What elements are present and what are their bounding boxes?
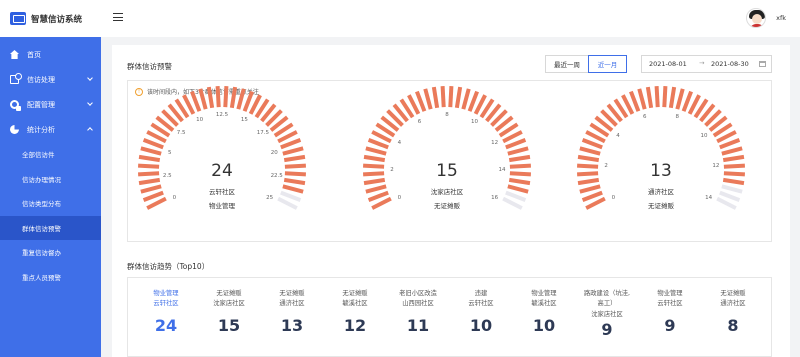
trend-item-label: 物业管理 (657, 290, 683, 297)
trend-item-label: 违建 (474, 290, 488, 297)
gauge-segment (645, 86, 654, 109)
gauge-segment (722, 154, 745, 163)
trend-item-label: 无证摊贩 (342, 290, 368, 297)
gauge-segment (668, 86, 677, 109)
gauge-segment (581, 138, 603, 150)
trend-item[interactable]: 违建 云轩社区 (449, 289, 513, 309)
trend-item[interactable]: 无证摊贩 沈家店社区 (197, 289, 261, 309)
gauge-segment (681, 90, 693, 112)
gauge-segment (629, 90, 641, 112)
gauge-segment (675, 88, 685, 110)
trend-item-count: 10 (469, 316, 493, 335)
gauge-tick-label: 14 (705, 194, 713, 201)
gauge-segment (577, 163, 599, 169)
trend-item-label: 物业管理 (153, 290, 179, 297)
trend-item-label: 云轩社区 (153, 300, 179, 307)
trend-item-label: 路政建设（坑洼, (583, 290, 631, 297)
trend-item-label: 毓溪社区 (342, 300, 368, 307)
gauge-tick-label: 2 (604, 162, 608, 169)
trend-item-label: 沈家店社区 (213, 300, 245, 307)
trend-item-label: 老旧小区改造 (399, 290, 437, 297)
gauge-segment (721, 146, 743, 156)
gauge-tick-label: 6 (643, 114, 647, 121)
trend-item-label: 无证摊贩 (279, 290, 305, 297)
gauge-tick-label: 10 (700, 132, 708, 139)
gauge-segment (577, 177, 600, 186)
trend-item-label: 山西园社区 (402, 300, 434, 307)
trend-item-label: 云轩社区 (468, 300, 494, 307)
gauge-segment (581, 190, 603, 202)
trend-item-label: 物业管理 (531, 290, 557, 297)
trend-item[interactable]: 路政建设（坑洼, 高工） 沈家店社区 (575, 289, 639, 318)
gauge-tick-label: 4 (616, 132, 620, 139)
gauge-tick-label: 12 (712, 162, 720, 169)
trend-section-title: 群体信访趋势（Top10） (127, 262, 210, 271)
trend-item-count: 9 (601, 320, 613, 339)
gauge-tick-label: 8 (675, 114, 679, 121)
trend-item-label: 无证摊贩 (216, 290, 242, 297)
gauge-segment (585, 196, 606, 210)
trend-item-label: 无证摊贩 (720, 290, 746, 297)
gauge-value: 13 (650, 161, 672, 181)
trend-item[interactable]: 无证摊贩 毓溪社区 (323, 289, 387, 309)
gauge-segment (721, 184, 743, 194)
gauge-segment (716, 196, 737, 210)
trend-item[interactable]: 物业管理 云轩社区 (638, 289, 702, 309)
gauge-segment (723, 171, 745, 177)
gauge-segment (722, 177, 745, 186)
gauge-segment (654, 86, 660, 108)
trend-item-count: 8 (727, 316, 739, 335)
gauge-segment (662, 86, 668, 108)
trend-item-count: 9 (664, 316, 676, 335)
trend-item[interactable]: 无证摊贩 通济社区 (701, 289, 765, 309)
gauge-segment (579, 184, 601, 194)
gauge-segment (719, 190, 741, 202)
trend-item-label: 高工） (597, 300, 617, 307)
trend-item-count: 15 (217, 316, 241, 335)
trend-item-label: 毓溪社区 (531, 300, 557, 307)
trend-item-count: 13 (280, 316, 304, 335)
trend-item-count: 11 (406, 316, 430, 335)
trend-item-label: 云轩社区 (657, 300, 683, 307)
gauge-type: 无证摊贩 (648, 202, 674, 210)
gauge-segment (577, 154, 600, 163)
trend-item-label: 通济社区 (720, 300, 746, 307)
trend-item-label: 通济社区 (279, 300, 305, 307)
trend-item-count: 24 (154, 316, 178, 335)
trend-item[interactable]: 物业管理 云轩社区 (134, 289, 198, 309)
trend-item-label: 沈家店社区 (591, 311, 623, 318)
trend-item-count: 10 (532, 316, 556, 335)
gauge-segment (577, 171, 599, 177)
gauge-segment (723, 163, 745, 169)
trend-item[interactable]: 无证摊贩 通济社区 (260, 289, 324, 309)
trend-item[interactable]: 老旧小区改造 山西园社区 (386, 289, 450, 309)
gauge-segment (719, 138, 741, 150)
gauge-tick-label: 0 (611, 194, 616, 201)
gauge-segment (637, 88, 647, 110)
gauge-community: 通济社区 (648, 188, 674, 196)
trend-item-count: 12 (343, 316, 367, 335)
gauge-segment (579, 146, 601, 156)
trend-item[interactable]: 物业管理 毓溪社区 (512, 289, 576, 309)
